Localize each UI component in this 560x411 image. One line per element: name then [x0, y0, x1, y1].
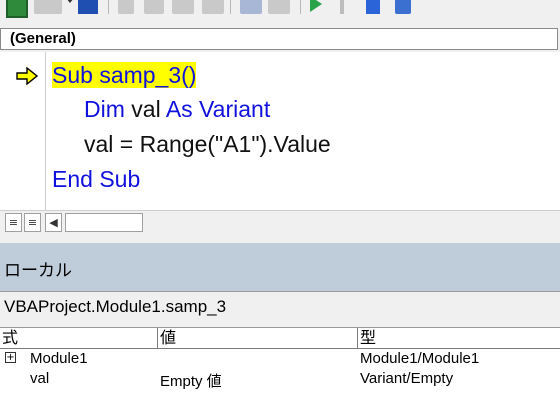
keyword-sub: Sub samp_3() [52, 62, 197, 88]
locals-context: VBAProject.Module1.samp_3 [0, 291, 560, 326]
column-header-expression[interactable]: 式 [0, 328, 158, 348]
code-line-current[interactable]: Sub samp_3() [52, 62, 197, 88]
copy-icon[interactable] [144, 0, 164, 14]
toolbar-separator [300, 0, 301, 14]
break-icon[interactable] [340, 0, 344, 14]
keyword-dim: Dim [84, 96, 132, 122]
excel-icon[interactable] [6, 0, 28, 18]
expand-plus-icon[interactable]: + [5, 352, 16, 363]
horizontal-scrollbar[interactable] [65, 213, 143, 232]
column-header-value[interactable]: 値 [158, 328, 358, 348]
undo-icon[interactable] [240, 0, 262, 14]
find-icon[interactable] [202, 0, 224, 14]
column-header-type[interactable]: 型 [358, 328, 560, 348]
locals-row[interactable]: + Module1 Module1/Module1 [0, 349, 560, 368]
scroll-left-button[interactable]: ◀ [45, 213, 62, 232]
toolbar-separator [108, 0, 109, 14]
dropdown-arrow-icon[interactable] [66, 0, 74, 3]
row-value: Empty 値 [160, 373, 222, 390]
row-type: Module1/Module1 [360, 350, 480, 367]
redo-icon[interactable] [268, 0, 290, 14]
cut-icon[interactable] [118, 0, 134, 14]
object-combo-box[interactable]: (General) [0, 28, 558, 50]
full-module-view-button[interactable]: ≡ [24, 213, 41, 232]
locals-grid[interactable]: 式 値 型 + Module1 Module1/Module1 val Empt… [0, 327, 560, 411]
code-pane[interactable]: Sub samp_3() Dim val As Variant val = Ra… [0, 52, 560, 210]
code-pane-bottom-bar: ≡ ≡ ◀ [0, 210, 560, 236]
locals-window-title: ローカル [4, 261, 72, 281]
code-line-dim[interactable]: Dim val As Variant [84, 96, 270, 123]
object-combo-value: (General) [10, 30, 76, 47]
row-type: Variant/Empty [360, 370, 454, 387]
save-icon[interactable] [78, 0, 98, 14]
toolbar-separator [230, 0, 231, 14]
row-expression: Module1 [30, 350, 88, 367]
identifier-val: val [131, 96, 166, 122]
paste-icon[interactable] [172, 0, 194, 14]
code-line-assignment[interactable]: val = Range("A1").Value [84, 131, 331, 158]
keyword-as-variant: As Variant [165, 96, 271, 122]
reset-icon[interactable] [366, 0, 380, 14]
run-icon[interactable] [310, 0, 322, 12]
execution-point-arrow-icon [16, 67, 38, 85]
locals-grid-header: 式 値 型 [0, 328, 560, 349]
insert-module-icon[interactable] [34, 0, 62, 14]
locals-context-label: VBAProject.Module1.samp_3 [4, 297, 227, 316]
code-line-end-sub[interactable]: End Sub [52, 166, 140, 193]
standard-toolbar [0, 0, 560, 18]
row-expression: val [30, 370, 50, 387]
procedure-view-button[interactable]: ≡ [5, 213, 22, 232]
margin-indicator-bar[interactable] [0, 52, 46, 210]
locals-window-title-bar[interactable]: ローカル [0, 243, 560, 291]
design-mode-icon[interactable] [395, 0, 411, 14]
locals-row[interactable]: val Empty 値 Variant/Empty [0, 368, 560, 390]
